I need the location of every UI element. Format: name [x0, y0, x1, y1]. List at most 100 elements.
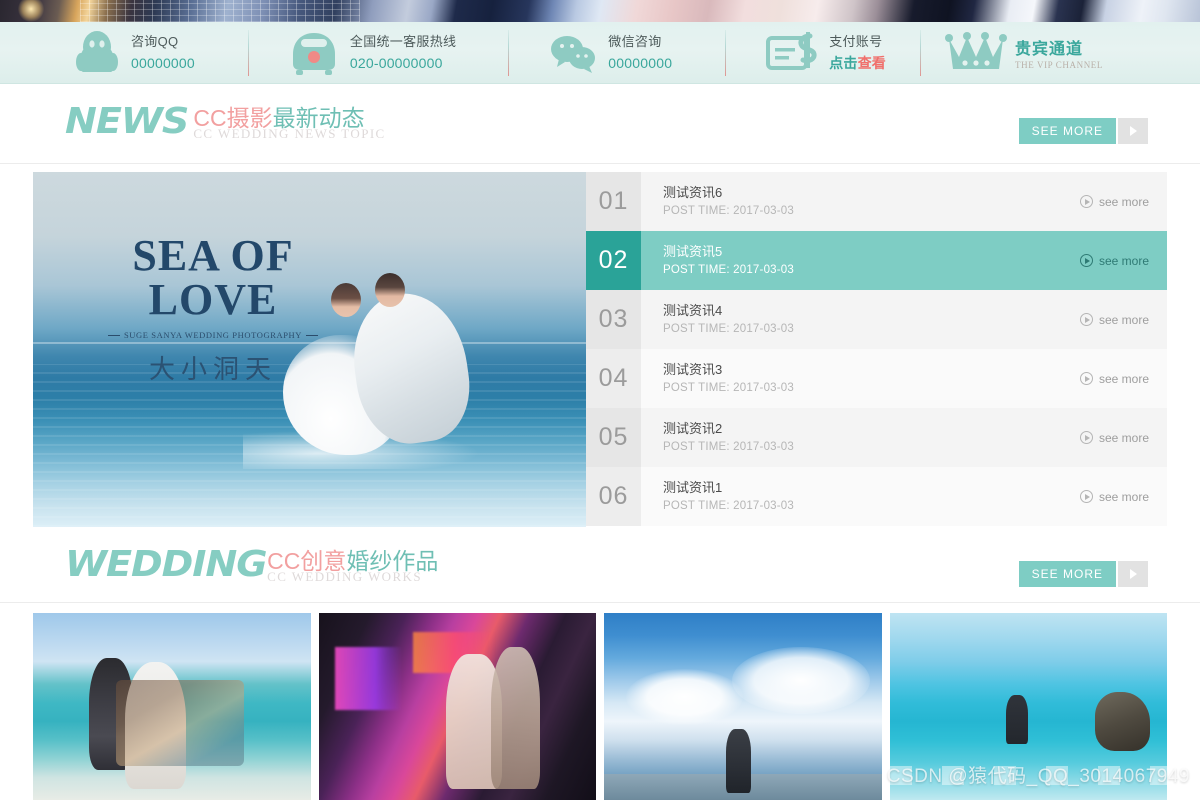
news-item-see-more[interactable]: see more	[1080, 195, 1149, 209]
news-title-sub: CC WEDDING NEWS TOPIC	[193, 126, 385, 142]
payment-card-icon	[766, 32, 818, 74]
news-list-item[interactable]: 03 测试资讯4 POST TIME: 2017-03-03 see more	[586, 290, 1167, 349]
news-see-more-button[interactable]: SEE MORE	[1019, 118, 1148, 144]
news-item-see-more[interactable]: see more	[1080, 254, 1149, 268]
wedding-gallery	[33, 613, 1167, 800]
gallery2-neon-sign-1	[335, 647, 402, 711]
news-item-date: POST TIME: 2017-03-03	[663, 262, 1080, 279]
contact-topbar: 咨询QQ 00000000 全国统一客服热线 020-00000000	[0, 22, 1200, 84]
news-item-date: POST TIME: 2017-03-03	[663, 498, 1080, 515]
news-item-see-more-label: see more	[1099, 431, 1149, 445]
topbar-divider-1	[248, 30, 249, 76]
topbar-label-payment: 支付账号	[829, 34, 882, 49]
news-hero-image[interactable]: SEA OF LOVE SUGE SANYA WEDDING PHOTOGRAP…	[33, 172, 586, 527]
topbar-text-vip: 贵宾通道 THE VIP CHANNEL	[1015, 35, 1103, 70]
news-item-title: 测试资讯3	[663, 360, 1080, 380]
topbar-value-hotline: 020-00000000	[350, 55, 443, 71]
hero-subtitle-text: SUGE SANYA WEDDING PHOTOGRAPHY	[108, 330, 318, 340]
news-item-see-more-label: see more	[1099, 195, 1149, 209]
news-list-item[interactable]: 01 测试资讯6 POST TIME: 2017-03-03 see more	[586, 172, 1167, 231]
news-item-date: POST TIME: 2017-03-03	[663, 439, 1080, 456]
circle-play-icon	[1080, 313, 1093, 326]
news-item-see-more[interactable]: see more	[1080, 372, 1149, 386]
topbar-item-qq[interactable]: 咨询QQ 00000000	[74, 22, 195, 84]
topbar-text-wechat: 微信咨询 00000000	[608, 31, 672, 74]
news-item-date: POST TIME: 2017-03-03	[663, 380, 1080, 397]
vip-title: 贵宾通道	[1015, 35, 1103, 59]
news-item-see-more-label: see more	[1099, 313, 1149, 327]
news-list: 01 测试资讯6 POST TIME: 2017-03-03 see more …	[586, 172, 1167, 527]
news-item-date: POST TIME: 2017-03-03	[663, 321, 1080, 338]
play-arrow-icon[interactable]	[1118, 561, 1148, 587]
telephone-icon	[289, 30, 339, 76]
banner-grid-texture	[80, 0, 360, 22]
top-banner-photo-strip	[0, 0, 1200, 22]
topbar-item-wechat[interactable]: 微信咨询 00000000	[549, 22, 672, 84]
gallery4-surf-line	[890, 766, 1168, 785]
topbar-item-vip[interactable]: 贵宾通道 THE VIP CHANNEL	[945, 22, 1103, 84]
news-list-item[interactable]: 06 测试资讯1 POST TIME: 2017-03-03 see more	[586, 467, 1167, 526]
circle-play-icon	[1080, 490, 1093, 503]
gallery3-cloud-2	[732, 647, 871, 714]
wedding-section-header: WEDDING CC创意婚纱作品 CC WEDDING WORKS SEE MO…	[0, 543, 1200, 607]
topbar-item-hotline[interactable]: 全国统一客服热线 020-00000000	[289, 22, 456, 84]
gallery3-cloud-1	[626, 669, 743, 725]
news-item-see-more[interactable]: see more	[1080, 313, 1149, 327]
topbar-text-hotline: 全国统一客服热线 020-00000000	[350, 31, 456, 74]
circle-play-icon	[1080, 195, 1093, 208]
wedding-title-en: WEDDING	[65, 547, 267, 583]
qq-penguin-icon	[74, 28, 120, 78]
circle-play-icon	[1080, 431, 1093, 444]
hero-groom-head	[375, 273, 405, 307]
news-item-number: 01	[586, 172, 641, 231]
news-list-item[interactable]: 05 测试资讯2 POST TIME: 2017-03-03 see more	[586, 408, 1167, 467]
gallery-item-beach-couple-boats[interactable]	[33, 613, 311, 800]
news-item-title: 测试资讯6	[663, 183, 1080, 203]
topbar-divider-3	[725, 30, 726, 76]
wedding-see-more-button[interactable]: SEE MORE	[1019, 561, 1148, 587]
payment-click-text: 点击	[829, 55, 857, 71]
news-header-divider	[0, 163, 1200, 164]
topbar-label-wechat: 微信咨询	[608, 34, 661, 49]
gallery1-groom	[89, 658, 133, 770]
news-see-more-label: SEE MORE	[1019, 118, 1116, 144]
news-item-date: POST TIME: 2017-03-03	[663, 203, 1080, 220]
news-title-group: NEWS CC摄影最新动态 CC WEDDING NEWS TOPIC	[65, 104, 386, 140]
news-item-see-more-label: see more	[1099, 372, 1149, 386]
gallery-item-blue-sky-clouds-couple[interactable]	[604, 613, 882, 800]
wechat-icon	[549, 32, 597, 74]
gallery3-couple	[726, 729, 751, 793]
topbar-label-hotline: 全国统一客服热线	[350, 34, 456, 49]
gallery-item-turquoise-sea-rock-couple[interactable]	[890, 613, 1168, 800]
gallery-item-neon-city-night-couple[interactable]	[319, 613, 597, 800]
news-item-number: 02	[586, 231, 641, 290]
gallery4-rock	[1095, 692, 1151, 752]
topbar-text-qq: 咨询QQ 00000000	[131, 31, 195, 74]
gallery1-bride	[125, 662, 186, 789]
news-item-see-more[interactable]: see more	[1080, 431, 1149, 445]
wedding-title-sub: CC WEDDING WORKS	[267, 569, 438, 585]
topbar-divider-2	[508, 30, 509, 76]
topbar-value-wechat: 00000000	[608, 55, 672, 71]
circle-play-icon	[1080, 372, 1093, 385]
news-list-item[interactable]: 04 测试资讯3 POST TIME: 2017-03-03 see more	[586, 349, 1167, 408]
hero-text-block: SEA OF LOVE SUGE SANYA WEDDING PHOTOGRAP…	[63, 234, 363, 386]
news-item-title: 测试资讯2	[663, 419, 1080, 439]
page-root: 咨询QQ 00000000 全国统一客服热线 020-00000000	[0, 0, 1200, 800]
circle-play-icon	[1080, 254, 1093, 267]
news-item-see-more-label: see more	[1099, 254, 1149, 268]
play-arrow-icon[interactable]	[1118, 118, 1148, 144]
topbar-value-qq: 00000000	[131, 55, 195, 71]
wedding-title-group: WEDDING CC创意婚纱作品 CC WEDDING WORKS	[65, 547, 438, 583]
news-item-number: 04	[586, 349, 641, 408]
topbar-item-payment[interactable]: 支付账号 点击查看	[766, 22, 886, 84]
banner-light-glow	[18, 0, 44, 22]
news-section-header: NEWS CC摄影最新动态 CC WEDDING NEWS TOPIC SEE …	[0, 100, 1200, 164]
news-item-title: 测试资讯5	[663, 242, 1080, 262]
news-item-title: 测试资讯4	[663, 301, 1080, 321]
topbar-value-payment: 点击查看	[829, 55, 886, 71]
news-item-see-more[interactable]: see more	[1080, 490, 1149, 504]
topbar-label-qq: 咨询QQ	[131, 34, 178, 49]
news-item-number: 06	[586, 467, 641, 526]
news-list-item[interactable]: 02 测试资讯5 POST TIME: 2017-03-03 see more	[586, 231, 1167, 290]
